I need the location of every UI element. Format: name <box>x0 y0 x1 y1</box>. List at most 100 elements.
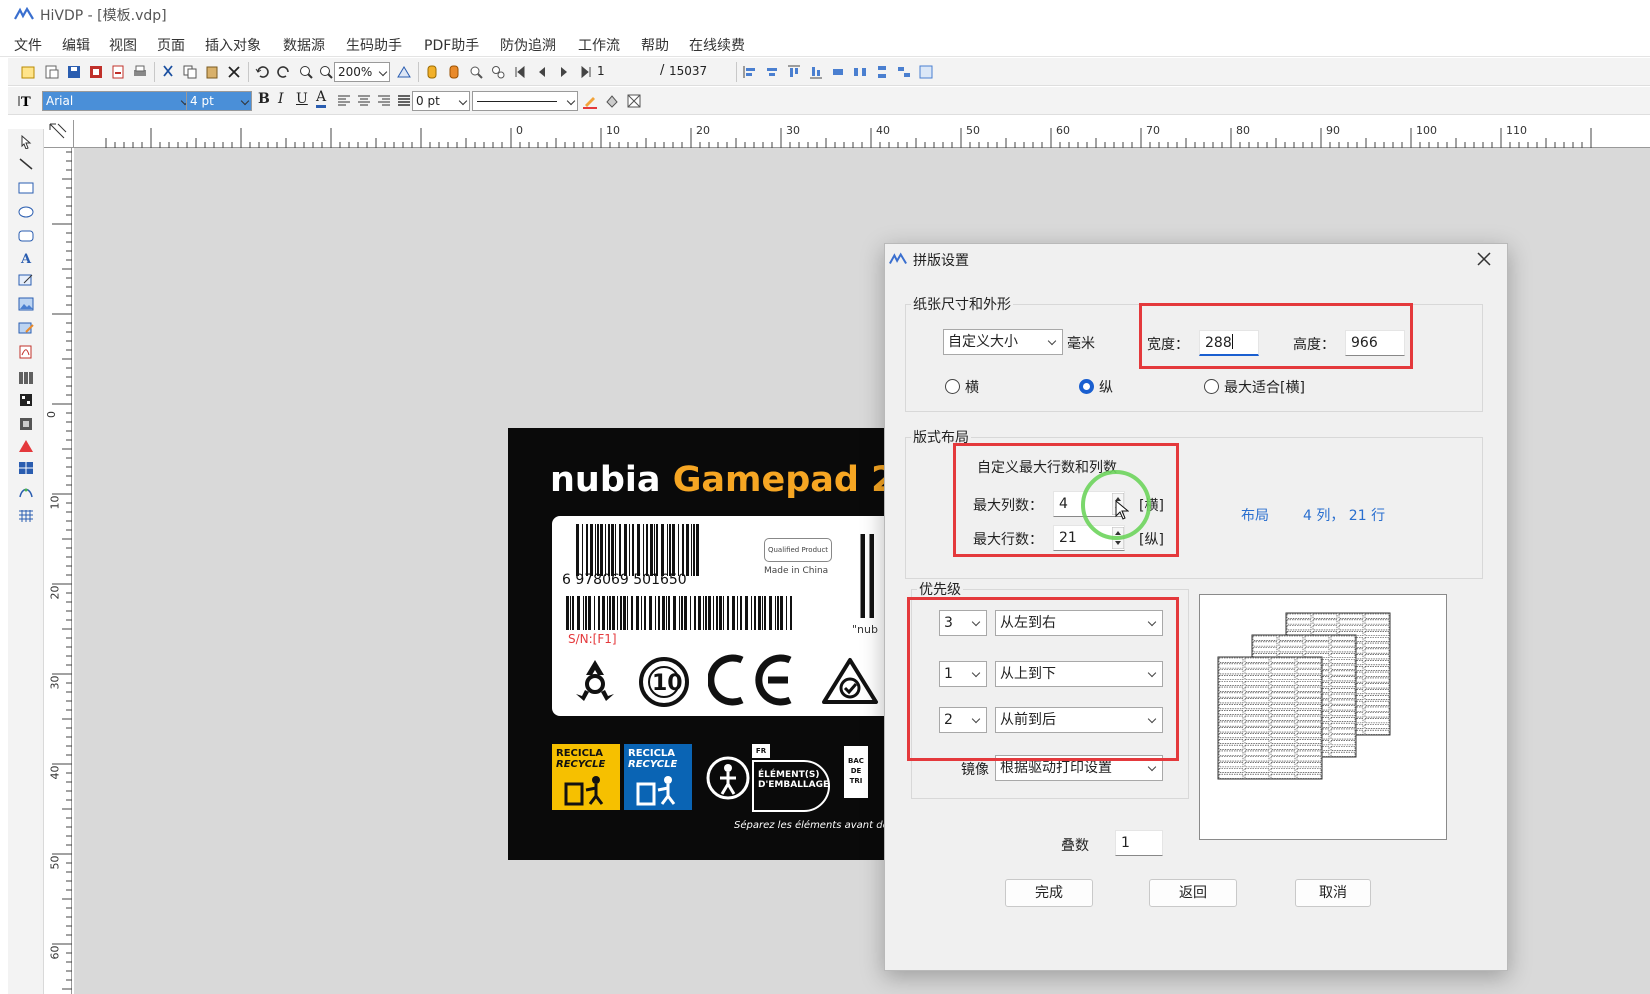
text-direction-icon[interactable]: T <box>18 93 34 109</box>
ruler-origin-icon[interactable] <box>48 122 68 142</box>
new-file-icon[interactable] <box>20 64 36 80</box>
orient-portrait-label: 纵 <box>1099 380 1113 396</box>
datamatrix-tool-icon[interactable] <box>18 417 34 431</box>
done-button[interactable]: 完成 <box>1005 879 1093 907</box>
undo-icon[interactable] <box>254 64 270 80</box>
print-icon[interactable] <box>132 64 148 80</box>
shape-tool-icon[interactable] <box>18 439 34 453</box>
grid-icon[interactable] <box>918 64 934 80</box>
open-icon[interactable] <box>44 64 60 80</box>
align-middle-icon[interactable] <box>830 64 846 80</box>
table-tool-icon[interactable] <box>18 461 34 475</box>
ruler-corner[interactable] <box>44 120 74 148</box>
export-icon[interactable] <box>110 64 126 80</box>
page-current-field[interactable]: 1 <box>594 62 656 82</box>
align-center-h-icon[interactable] <box>764 64 780 80</box>
h-ruler-mark: 100 <box>1416 124 1437 137</box>
pen-color-icon[interactable] <box>582 93 598 109</box>
text-tool-icon[interactable]: A <box>18 251 34 265</box>
rectangle-tool-icon[interactable] <box>18 181 34 195</box>
barcode-tool-icon[interactable] <box>18 371 34 385</box>
select-pointer-icon[interactable] <box>18 135 34 149</box>
align-bottom-icon[interactable] <box>808 64 824 80</box>
prev-page-icon[interactable] <box>534 64 550 80</box>
ean-barcode[interactable] <box>576 524 702 576</box>
h-ruler-mark: 110 <box>1506 124 1527 137</box>
line-style-select[interactable] <box>472 91 578 111</box>
close-icon[interactable] <box>1477 252 1491 266</box>
zoom-in-icon[interactable] <box>298 64 314 80</box>
find-replace-icon[interactable] <box>490 64 506 80</box>
recycle-badge-blue: RECICLA RECYCLE <box>624 744 692 810</box>
qrcode-tool-icon[interactable] <box>18 393 34 407</box>
label-artwork[interactable]: nubia Gamepad 2 6 978069 501650 Qualifie… <box>508 428 888 860</box>
highlight-rows-cols-box <box>953 443 1179 557</box>
menu-page[interactable]: 页面 <box>157 35 185 55</box>
menu-code-assistant[interactable]: 生码助手 <box>346 35 402 55</box>
justify-icon[interactable] <box>396 93 412 109</box>
bold-icon[interactable]: B <box>258 91 270 107</box>
save-pdf-icon[interactable] <box>88 64 104 80</box>
menu-help[interactable]: 帮助 <box>641 35 669 55</box>
delete-icon[interactable] <box>226 64 242 80</box>
no-fill-icon[interactable] <box>626 93 642 109</box>
menu-edit[interactable]: 编辑 <box>62 35 90 55</box>
database-icon[interactable] <box>424 64 440 80</box>
menu-insert-object[interactable]: 插入对象 <box>205 35 261 55</box>
align-left-icon[interactable] <box>742 64 758 80</box>
rounded-rect-tool-icon[interactable] <box>18 229 34 243</box>
find-icon[interactable] <box>468 64 484 80</box>
font-family-select[interactable]: Arial <box>42 91 192 111</box>
fit-page-icon[interactable] <box>396 64 412 80</box>
pdf-tool-icon[interactable] <box>18 345 34 359</box>
curve-tool-icon[interactable] <box>18 485 34 499</box>
menu-workflow[interactable]: 工作流 <box>578 35 620 55</box>
line-width-select[interactable]: 0 pt <box>412 91 470 111</box>
distribute-v-icon[interactable] <box>874 64 890 80</box>
italic-icon[interactable]: I <box>278 91 284 107</box>
zoom-select[interactable]: 200% <box>334 62 390 82</box>
back-button[interactable]: 返回 <box>1149 879 1237 907</box>
redo-icon[interactable] <box>276 64 292 80</box>
menu-view[interactable]: 视图 <box>109 35 137 55</box>
sn-barcode[interactable] <box>566 596 796 630</box>
save-icon[interactable] <box>66 64 82 80</box>
cancel-button[interactable]: 取消 <box>1295 879 1371 907</box>
rich-text-tool-icon[interactable] <box>18 273 34 287</box>
distribute-h-icon[interactable] <box>852 64 868 80</box>
menu-anti-counterfeit[interactable]: 防伪追溯 <box>500 35 556 55</box>
orient-bestfit-radio[interactable] <box>1204 379 1219 394</box>
qr-code[interactable] <box>856 534 874 618</box>
ellipse-tool-icon[interactable] <box>18 205 34 219</box>
align-text-left-icon[interactable] <box>336 93 352 109</box>
first-page-icon[interactable] <box>512 64 528 80</box>
orient-landscape-radio[interactable] <box>945 379 960 394</box>
image-edit-tool-icon[interactable] <box>18 321 34 335</box>
font-size-select[interactable]: 4 pt <box>186 91 252 111</box>
grid-tool-icon[interactable] <box>18 509 34 523</box>
menu-renew[interactable]: 在线续费 <box>689 35 745 55</box>
menu-datasource[interactable]: 数据源 <box>283 35 325 55</box>
underline-icon[interactable]: U <box>296 91 308 107</box>
align-text-center-icon[interactable] <box>356 93 372 109</box>
cut-icon[interactable] <box>160 64 176 80</box>
text-color-icon[interactable]: A <box>316 90 327 108</box>
align-top-icon[interactable] <box>786 64 802 80</box>
zoom-out-icon[interactable] <box>318 64 334 80</box>
next-page-icon[interactable] <box>556 64 572 80</box>
fill-color-icon[interactable] <box>604 93 620 109</box>
menu-pdf-assistant[interactable]: PDF助手 <box>424 35 479 55</box>
menu-file[interactable]: 文件 <box>14 35 42 55</box>
stack-input[interactable]: 1 <box>1115 830 1163 856</box>
align-text-right-icon[interactable] <box>376 93 392 109</box>
paper-size-select[interactable]: 自定义大小 <box>943 329 1063 355</box>
image-tool-icon[interactable] <box>18 297 34 311</box>
orient-portrait-radio[interactable] <box>1079 379 1094 394</box>
database-link-icon[interactable] <box>446 64 462 80</box>
bac-line2: DE <box>850 767 862 775</box>
line-tool-icon[interactable] <box>18 157 34 171</box>
same-size-icon[interactable] <box>896 64 912 80</box>
copy-icon[interactable] <box>182 64 198 80</box>
last-page-icon[interactable] <box>578 64 594 80</box>
paste-icon[interactable] <box>204 64 220 80</box>
